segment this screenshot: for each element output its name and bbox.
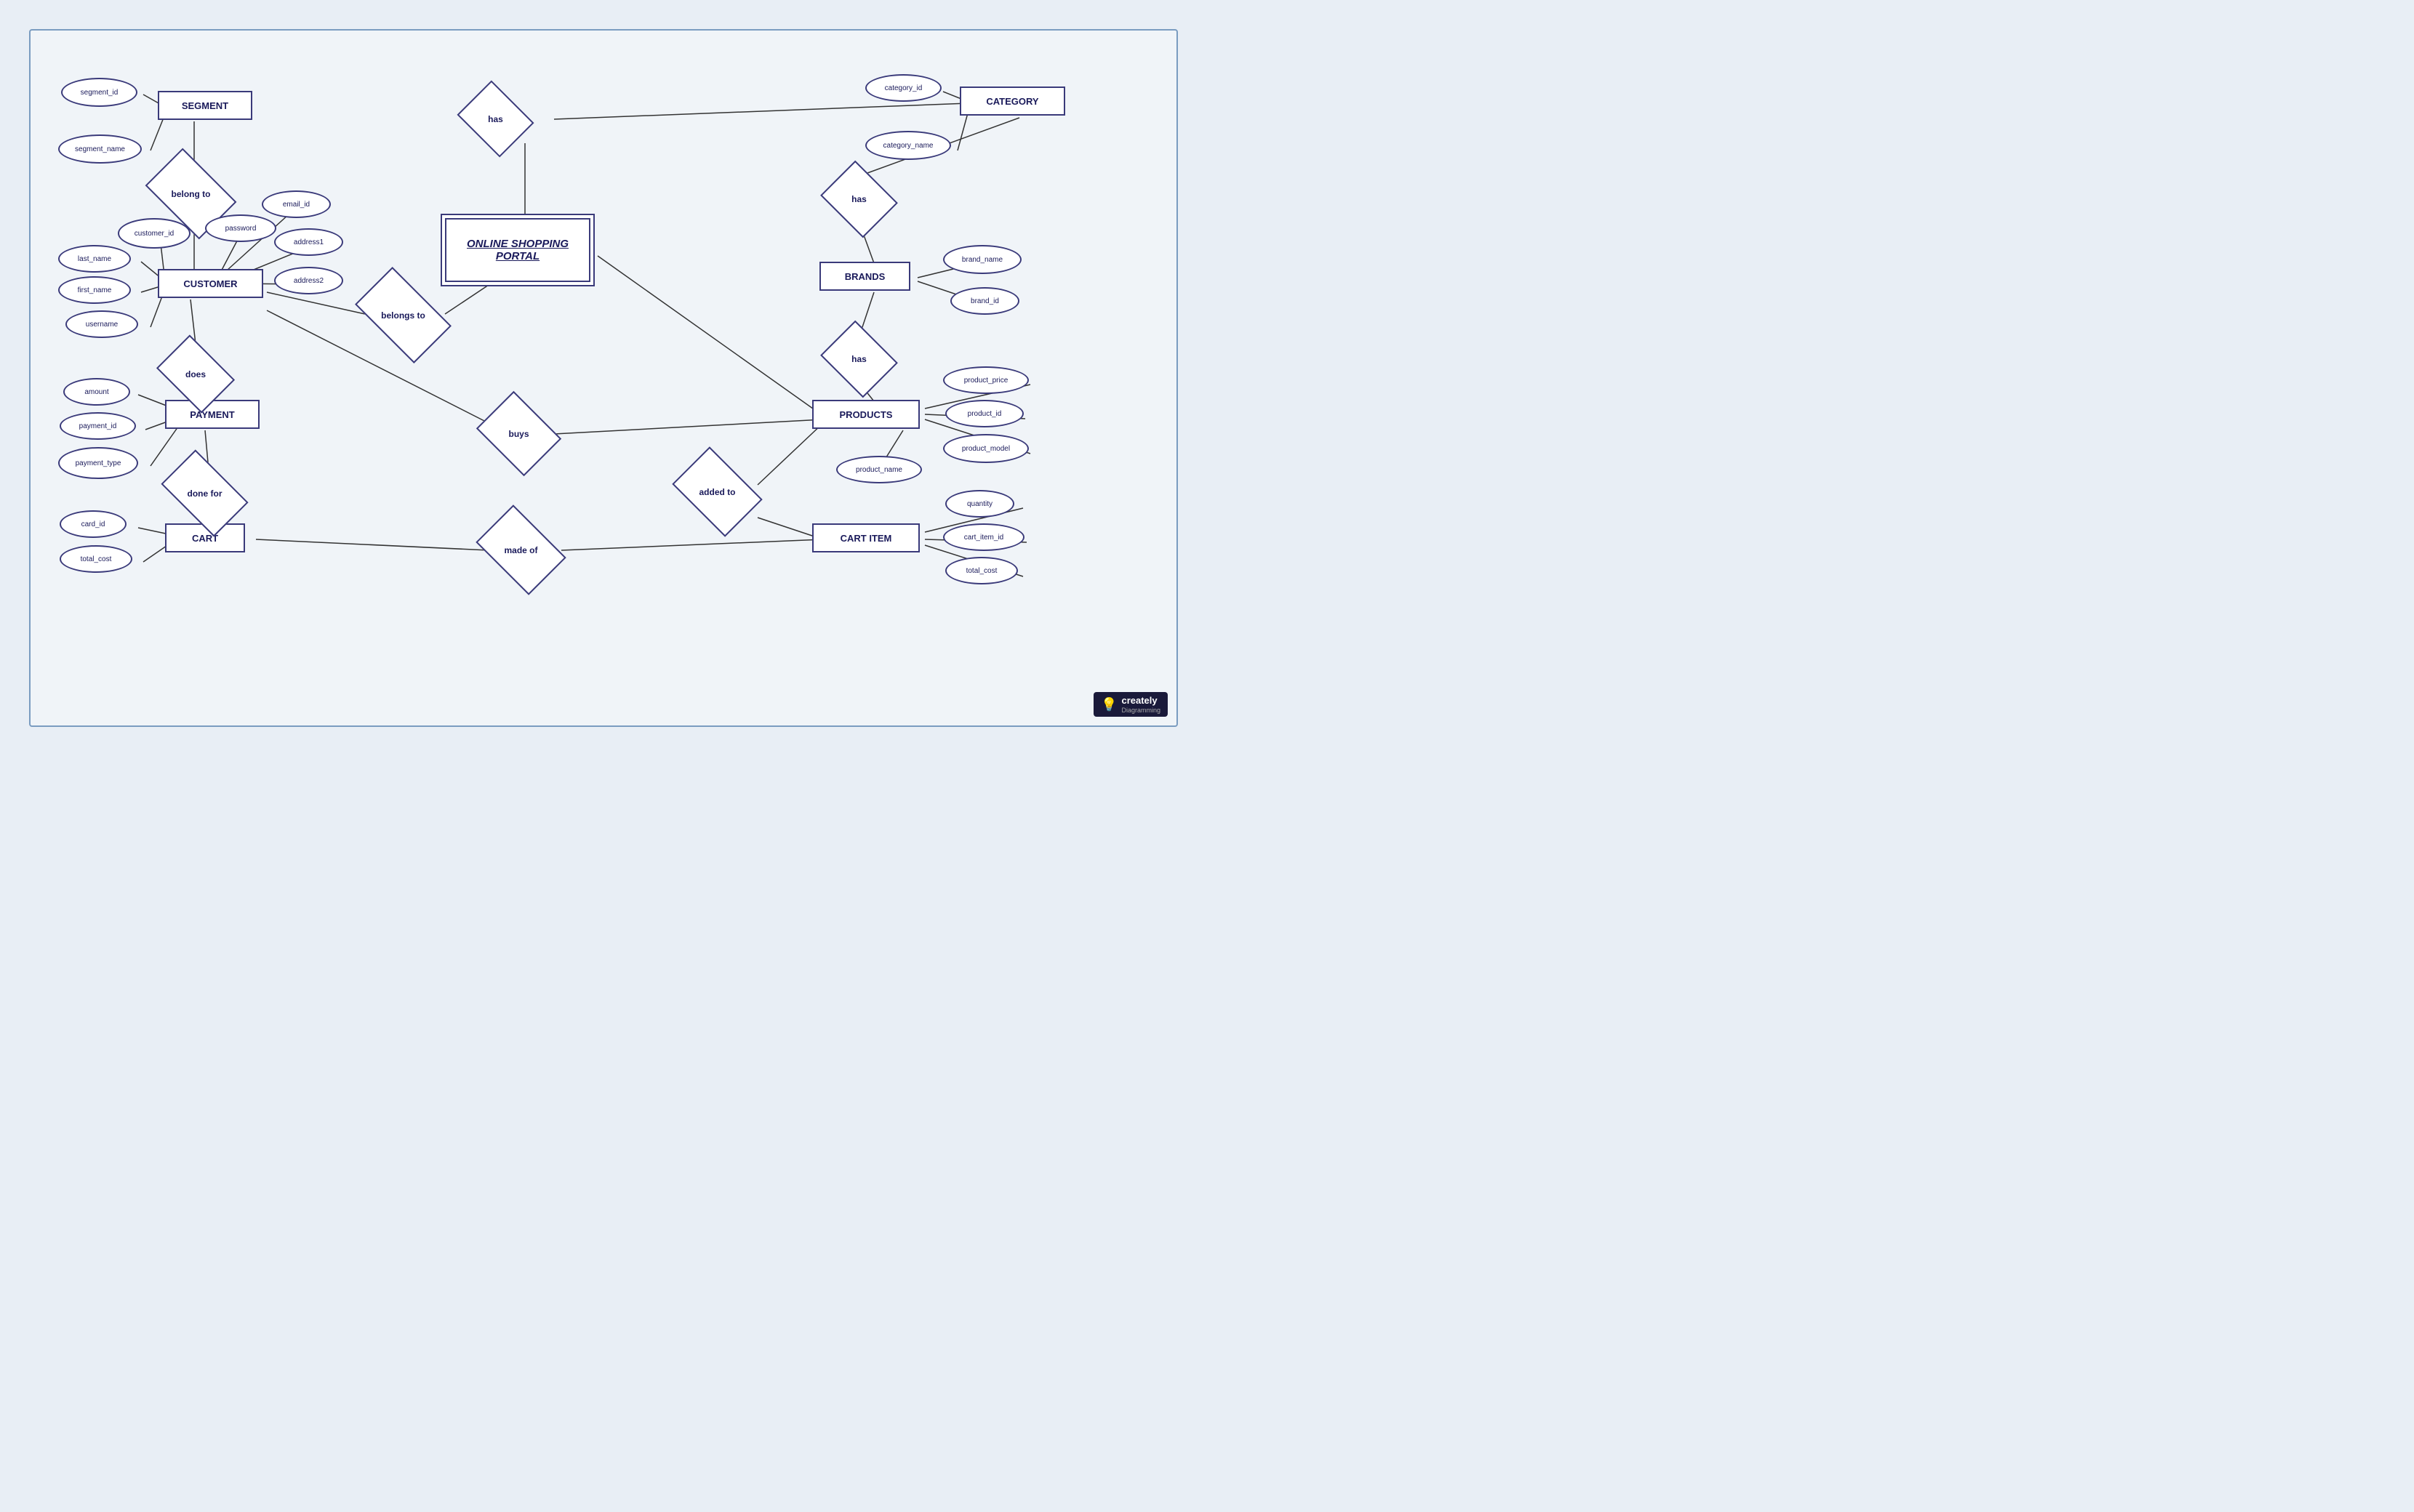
attr-payment-id: payment_id [60,412,136,440]
diamond-belongs-to: belongs to [361,289,445,342]
attr-segment-id: segment_id [61,78,137,107]
attr-customer-id: customer_id [118,218,191,249]
attr-category-name: category_name [865,131,951,160]
attr-cart-item-id: cart_item_id [943,523,1024,551]
diamond-added-to: added to [680,465,755,518]
attr-product-price: product_price [943,366,1029,394]
attr-last-name: last_name [58,245,131,273]
attr-username: username [65,310,138,338]
attr-brand-name: brand_name [943,245,1022,274]
entity-segment: SEGMENT [158,91,252,120]
entity-products: PRODUCTS [812,400,920,429]
logo-bulb-icon: 💡 [1101,697,1117,712]
attr-product-model: product_model [943,434,1029,463]
attr-password: password [205,214,276,242]
entity-category: CATEGORY [960,87,1065,116]
entity-cart-item: CART ITEM [812,523,920,552]
attr-brand-id: brand_id [950,287,1019,315]
attr-first-name: first_name [58,276,131,304]
attr-email-id: email_id [262,190,331,218]
logo-name: creately [1121,695,1160,707]
attr-total-cost-cart: total_cost [60,545,132,573]
diamond-made-of: made of [484,523,558,576]
diamond-has-brand: has [829,174,889,224]
diamond-does: does [164,350,228,398]
diamond-has-category: has [465,94,526,143]
attr-address2: address2 [274,267,343,294]
attr-amount: amount [63,378,130,406]
attr-quantity: quantity [945,490,1014,518]
attr-address1: address1 [274,228,343,256]
entity-customer: CUSTOMER [158,269,263,298]
attr-payment-type: payment_type [58,447,138,479]
attr-category-id: category_id [865,74,942,102]
attr-segment-name: segment_name [58,134,142,164]
attr-product-id: product_id [945,400,1024,427]
attr-total-cost-ci: total_cost [945,557,1018,584]
diamond-done-for: done for [167,469,242,518]
diamond-has-product: has [829,334,889,384]
attr-product-name: product_name [836,456,922,483]
attr-card-id: card_id [60,510,127,538]
logo-area: 💡 creately Diagramming [1094,692,1168,717]
main-entity: ONLINE SHOPPING PORTAL [445,218,590,282]
logo-sub: Diagramming [1121,707,1160,714]
entity-payment: PAYMENT [165,400,260,429]
entity-brands: BRANDS [819,262,910,291]
diagram-container: ONLINE SHOPPING PORTAL SEGMENT CUSTOMER … [29,29,1178,727]
main-entity-label: ONLINE SHOPPING PORTAL [446,238,589,262]
diamond-belong-to: belong to [153,167,229,220]
diamond-buys: buys [485,407,553,460]
